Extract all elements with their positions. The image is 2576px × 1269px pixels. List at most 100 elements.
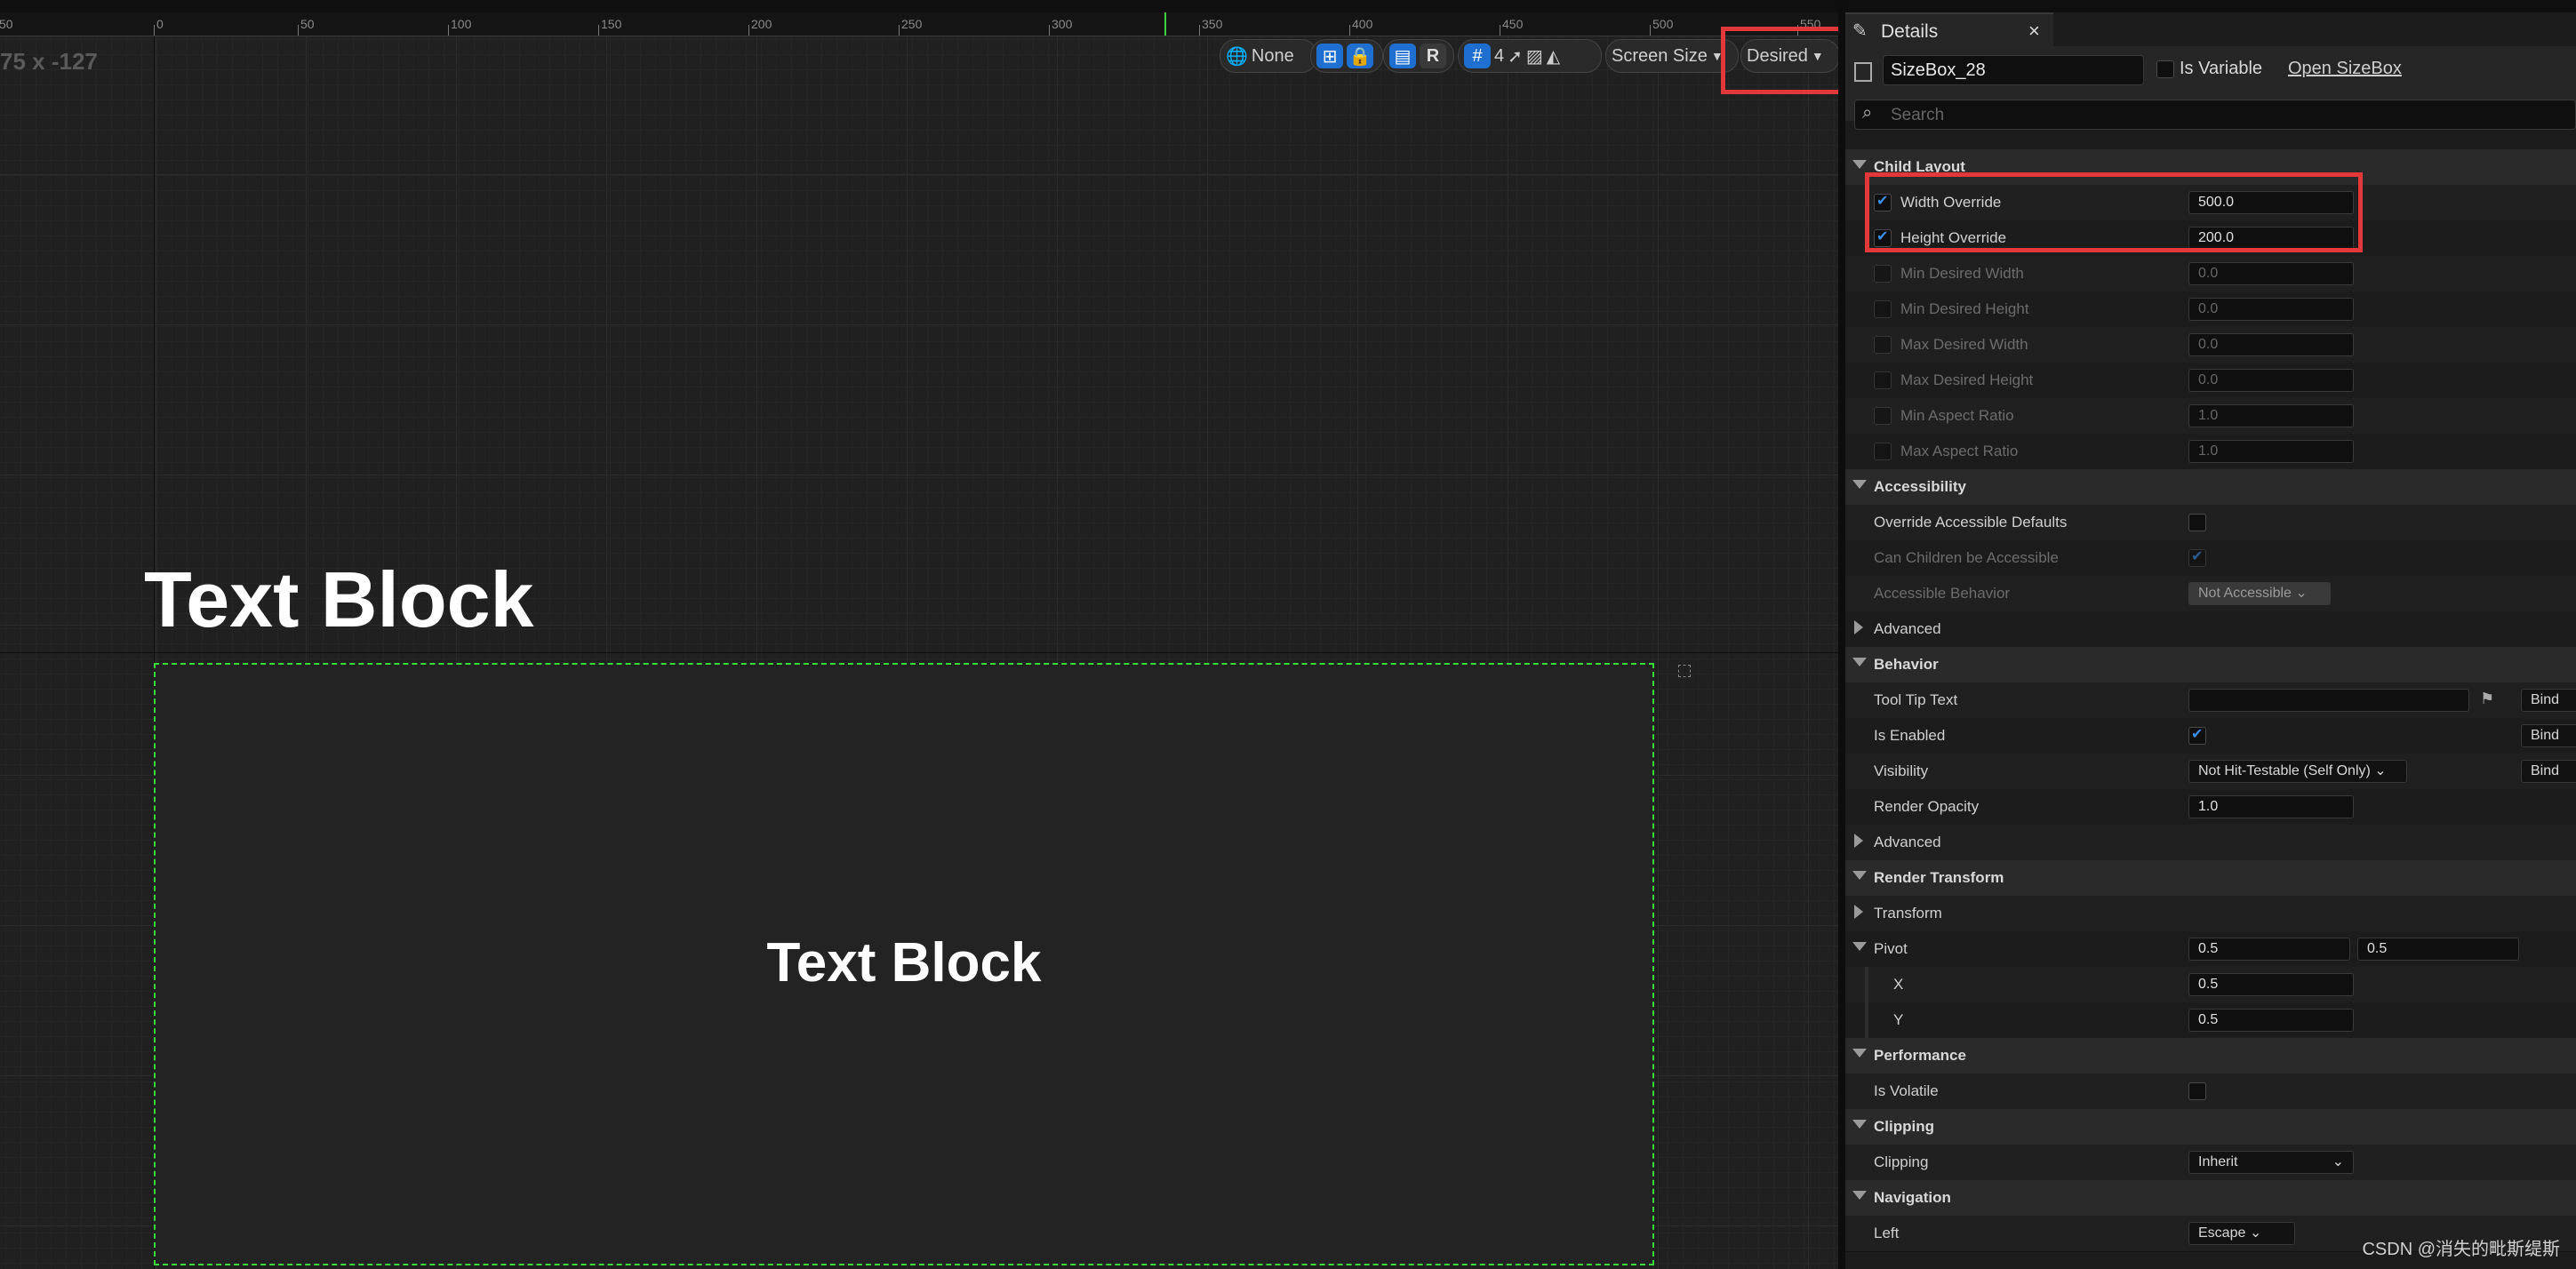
- pivot-x-field[interactable]: 0.5: [2188, 938, 2350, 961]
- row-max-desired-width: Max Desired Width 0.0: [1845, 327, 2576, 363]
- top-strip: [0, 0, 2576, 13]
- row-pivot: Pivot 0.5 0.5: [1845, 931, 2576, 968]
- collapse-arrow-icon: [1852, 1120, 1867, 1129]
- text-block-widget[interactable]: Text Block: [144, 555, 534, 645]
- property-label: Render Opacity: [1874, 798, 1980, 815]
- widget-name-field[interactable]: SizeBox_28: [1883, 55, 2144, 85]
- dropdown-value: Inherit: [2198, 1154, 2238, 1169]
- min-aspect-ratio-field[interactable]: 1.0: [2188, 404, 2354, 427]
- collapse-arrow-icon: [1852, 871, 1867, 880]
- min-desired-width-field[interactable]: 0.0: [2188, 262, 2354, 285]
- grid-icon[interactable]: #: [1464, 44, 1491, 68]
- collapse-arrow-icon: [1852, 658, 1867, 666]
- horizontal-ruler: 50 0 50 100 150 200 250 300 350 400 450 …: [0, 12, 1838, 36]
- screen-size-dropdown[interactable]: Screen Size ▼: [1605, 39, 1739, 73]
- sizebox-widget-selected[interactable]: Text Block: [154, 663, 1654, 1265]
- expand-arrow-icon: [1854, 834, 1863, 848]
- max-desired-height-checkbox[interactable]: [1874, 371, 1892, 389]
- category-title: Behavior: [1874, 656, 1939, 673]
- row-pivot-x: X 0.5: [1845, 967, 2576, 1003]
- is-variable-checkbox[interactable]: [2156, 60, 2174, 78]
- can-children-checkbox[interactable]: [2188, 547, 2206, 567]
- details-panel: ✎ Details × SizeBox_28 Is Variable Open …: [1845, 12, 2576, 1269]
- property-label: Left: [1874, 1225, 1900, 1241]
- pivot-y-value-field[interactable]: 0.5: [2188, 1009, 2354, 1032]
- tooltip-bind-dropdown[interactable]: Bind: [2521, 689, 2576, 712]
- pivot-x-value-field[interactable]: 0.5: [2188, 973, 2354, 996]
- max-aspect-ratio-field[interactable]: 1.0: [2188, 440, 2354, 463]
- clipping-dropdown[interactable]: Inherit ⌄: [2188, 1151, 2354, 1174]
- override-accessible-checkbox[interactable]: [2188, 514, 2206, 531]
- chevron-down-icon: ⌄: [2332, 1154, 2344, 1169]
- localization-preview-group[interactable]: 🌐 None: [1220, 39, 1317, 73]
- min-aspect-ratio-checkbox[interactable]: [1874, 407, 1892, 425]
- is-enabled-bind-dropdown[interactable]: Bind: [2521, 724, 2576, 747]
- category-navigation[interactable]: Navigation: [1845, 1180, 2576, 1217]
- category-behavior[interactable]: Behavior: [1845, 647, 2576, 683]
- min-desired-height-field[interactable]: 0.0: [2188, 298, 2354, 321]
- pivot-y-field[interactable]: 0.5: [2357, 938, 2519, 961]
- respect-locks-button[interactable]: R: [1420, 44, 1446, 68]
- max-desired-width-field[interactable]: 0.0: [2188, 333, 2354, 356]
- search-input[interactable]: Search: [1891, 106, 1944, 125]
- grid-size-value[interactable]: 4: [1494, 44, 1504, 68]
- details-tab[interactable]: ✎ Details ×: [1845, 12, 2053, 48]
- property-label: Max Aspect Ratio: [1900, 443, 2019, 459]
- property-label: Transform: [1874, 905, 1942, 922]
- row-accessibility-advanced[interactable]: Advanced: [1845, 611, 2576, 648]
- property-label: Is Volatile: [1874, 1082, 1939, 1099]
- world-space-icon[interactable]: ⊞: [1316, 44, 1343, 68]
- row-max-aspect-ratio: Max Aspect Ratio 1.0: [1845, 434, 2576, 470]
- max-aspect-ratio-checkbox[interactable]: [1874, 443, 1892, 460]
- designer-canvas[interactable]: 50 0 50 100 150 200 250 300 350 400 450 …: [0, 12, 1838, 1269]
- property-label: X: [1893, 976, 1904, 993]
- pencil-icon: ✎: [1852, 21, 1868, 41]
- tooltip-text-field[interactable]: [2188, 689, 2469, 712]
- tab-title: Details: [1881, 21, 1939, 42]
- category-clipping[interactable]: Clipping: [1845, 1109, 2576, 1145]
- dropdown-value: Not Accessible: [2198, 586, 2292, 601]
- min-desired-width-checkbox[interactable]: [1874, 265, 1892, 283]
- panel-splitter[interactable]: [1838, 0, 1845, 1269]
- row-transform[interactable]: Transform: [1845, 896, 2576, 932]
- accessible-behavior-dropdown[interactable]: Not Accessible ⌄: [2188, 582, 2331, 605]
- layout-icon[interactable]: ▤: [1389, 44, 1416, 68]
- resize-handle[interactable]: [1678, 665, 1691, 677]
- image-icon[interactable]: ▨: [1526, 44, 1543, 68]
- layout-mode-group[interactable]: ▤ R: [1383, 39, 1454, 73]
- is-enabled-checkbox[interactable]: [2188, 725, 2206, 745]
- category-render-transform[interactable]: Render Transform: [1845, 860, 2576, 897]
- min-desired-height-checkbox[interactable]: [1874, 300, 1892, 318]
- open-sizebox-link[interactable]: Open SizeBox: [2288, 59, 2402, 79]
- row-can-children-accessible: Can Children be Accessible: [1845, 540, 2576, 577]
- is-volatile-checkbox[interactable]: [2188, 1082, 2206, 1100]
- grid-snap-group[interactable]: # 4 ➚ ▨ ◭: [1458, 39, 1602, 73]
- bind-label: Bind: [2531, 728, 2560, 743]
- pointer-icon[interactable]: ➚: [1508, 44, 1523, 68]
- max-desired-height-field[interactable]: 0.0: [2188, 369, 2354, 392]
- bind-label: Bind: [2531, 692, 2560, 707]
- visibility-bind-dropdown[interactable]: Bind: [2521, 760, 2576, 783]
- culture-none-label[interactable]: None: [1252, 44, 1294, 68]
- lock-icon[interactable]: 🔒: [1347, 44, 1373, 68]
- render-opacity-field[interactable]: 1.0: [2188, 795, 2354, 818]
- globe-icon[interactable]: 🌐: [1226, 44, 1248, 68]
- category-accessibility[interactable]: Accessibility: [1845, 469, 2576, 506]
- screen-size-label[interactable]: Screen Size: [1612, 44, 1708, 68]
- details-search[interactable]: ⌕ Search: [1854, 100, 2576, 130]
- category-title: Render Transform: [1874, 869, 2004, 886]
- visibility-dropdown[interactable]: Not Hit-Testable (Self Only) ⌄: [2188, 760, 2407, 783]
- max-desired-width-checkbox[interactable]: [1874, 336, 1892, 354]
- category-title: Performance: [1874, 1047, 1966, 1064]
- transform-mode-group[interactable]: ⊞ 🔒: [1310, 39, 1383, 73]
- inner-text-block-widget[interactable]: Text Block: [156, 931, 1652, 994]
- row-behavior-advanced[interactable]: Advanced: [1845, 825, 2576, 861]
- category-performance[interactable]: Performance: [1845, 1038, 2576, 1074]
- triangle-icon[interactable]: ◭: [1547, 44, 1560, 68]
- flag-icon[interactable]: ⚑: [2480, 690, 2494, 708]
- property-label: Override Accessible Defaults: [1874, 514, 2068, 531]
- navigation-left-dropdown[interactable]: Escape ⌄: [2188, 1222, 2295, 1245]
- close-icon[interactable]: ×: [2028, 20, 2040, 43]
- details-header: SizeBox_28 Is Variable Open SizeBox ⌕ Se…: [1845, 46, 2576, 130]
- collapse-arrow-icon: [1852, 160, 1867, 169]
